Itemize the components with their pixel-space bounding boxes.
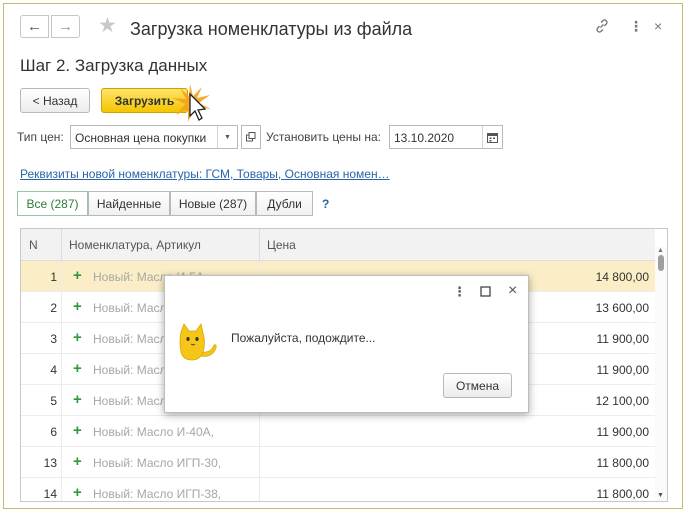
plus-icon: + [73, 360, 82, 377]
date-value: 13.10.2020 [394, 131, 455, 145]
plus-icon: + [73, 267, 82, 284]
dropdown-arrow-icon[interactable]: ▼ [217, 126, 237, 148]
cursor-click-icon [172, 84, 211, 122]
price-type-value: Основная цена покупки [75, 131, 207, 145]
column-price[interactable]: Цена [267, 229, 296, 261]
row-name: Новый: Масло ИГП-38, [93, 487, 222, 501]
row-price: 11 800,00 [596, 456, 650, 470]
table-row[interactable]: 13 + Новый: Масло ИГП-30, 11 800,00 [21, 447, 655, 478]
requisites-link[interactable]: Реквизиты новой номенклатуры: ГСМ, Товар… [20, 167, 390, 181]
plus-icon: + [73, 422, 82, 439]
arrow-right-icon: → [58, 18, 73, 35]
plus-icon: + [73, 391, 82, 408]
filter-found[interactable]: Найденные [88, 191, 170, 216]
table-row[interactable]: 6 + Новый: Масло И-40А, 11 900,00 [21, 416, 655, 447]
table-header: N Номенклатура, Артикул Цена [21, 229, 655, 261]
close-icon[interactable]: × [508, 283, 517, 299]
row-name: Новый: Масло [93, 394, 174, 408]
column-name[interactable]: Номенклатура, Артикул [69, 229, 201, 261]
more-vertical-icon[interactable]: ⋮ [629, 19, 643, 33]
row-number: 5 [50, 394, 57, 408]
table-row[interactable]: 14 + Новый: Масло ИГП-38, 11 800,00 [21, 478, 655, 501]
arrow-left-icon: ← [27, 18, 42, 35]
help-button[interactable]: ? [322, 197, 329, 211]
filter-all[interactable]: Все (287) [17, 191, 88, 216]
window-title: Загрузка номенклатуры из файла [130, 19, 413, 39]
step-title: Шаг 2. Загрузка данных [20, 56, 208, 75]
row-name: Новый: Масло ИГП-30, [93, 456, 222, 470]
calendar-icon[interactable] [482, 126, 502, 148]
waiting-cat-icon [179, 323, 217, 361]
main-window: ← → ★ Загрузка номенклатуры из файла ⋮ ×… [3, 3, 683, 509]
row-name: Новый: Масло [93, 301, 174, 315]
vertical-scrollbar[interactable]: ▲ ▼ [655, 247, 667, 501]
price-type-select[interactable]: Основная цена покупки ▼ [70, 125, 238, 149]
row-price: 12 100,00 [595, 394, 649, 408]
plus-icon: + [73, 484, 82, 501]
forward-nav-button[interactable]: → [51, 15, 80, 38]
maximize-icon[interactable] [480, 286, 491, 299]
row-price: 11 900,00 [596, 425, 650, 439]
row-number: 6 [50, 425, 57, 439]
row-number: 1 [50, 270, 57, 284]
wait-message: Пожалуйста, подождите... [231, 331, 376, 345]
open-form-button[interactable] [241, 125, 261, 149]
back-button[interactable]: < Назад [20, 88, 90, 113]
set-prices-label: Установить цены на: [266, 130, 381, 144]
open-window-icon [246, 132, 256, 142]
row-name: Новый: Масло И-40А, [93, 425, 214, 439]
filter-new[interactable]: Новые (287) [170, 191, 256, 216]
favorite-star-icon[interactable]: ★ [98, 15, 117, 36]
back-nav-button[interactable]: ← [20, 15, 49, 38]
plus-icon: + [73, 453, 82, 470]
plus-icon: + [73, 298, 82, 315]
row-number: 3 [50, 332, 57, 346]
link-icon[interactable] [594, 18, 610, 36]
more-vertical-icon[interactable]: ⋮ [453, 285, 466, 298]
date-input[interactable]: 13.10.2020 [389, 125, 503, 149]
row-name: Новый: Масло [93, 363, 174, 377]
scroll-down-icon[interactable]: ▼ [657, 492, 664, 499]
scroll-up-icon[interactable]: ▲ [657, 247, 664, 254]
cancel-button[interactable]: Отмена [443, 373, 512, 398]
scroll-thumb[interactable] [658, 255, 664, 271]
row-number: 2 [50, 301, 57, 315]
row-price: 11 800,00 [596, 487, 650, 501]
wait-dialog: ⋮ × Пожалуйста, подождите... Отмена [164, 275, 529, 413]
row-price: 13 600,00 [595, 301, 649, 315]
row-number: 14 [43, 487, 57, 501]
filter-duplicates[interactable]: Дубли [256, 191, 313, 216]
plus-icon: + [73, 329, 82, 346]
row-price: 11 900,00 [596, 363, 650, 377]
row-number: 13 [43, 456, 57, 470]
row-name: Новый: Масло [93, 332, 174, 346]
row-price: 14 800,00 [595, 270, 649, 284]
price-type-label: Тип цен: [17, 130, 64, 144]
close-icon[interactable]: × [654, 19, 662, 33]
column-n[interactable]: N [29, 229, 38, 261]
row-price: 11 900,00 [596, 332, 650, 346]
row-number: 4 [50, 363, 57, 377]
